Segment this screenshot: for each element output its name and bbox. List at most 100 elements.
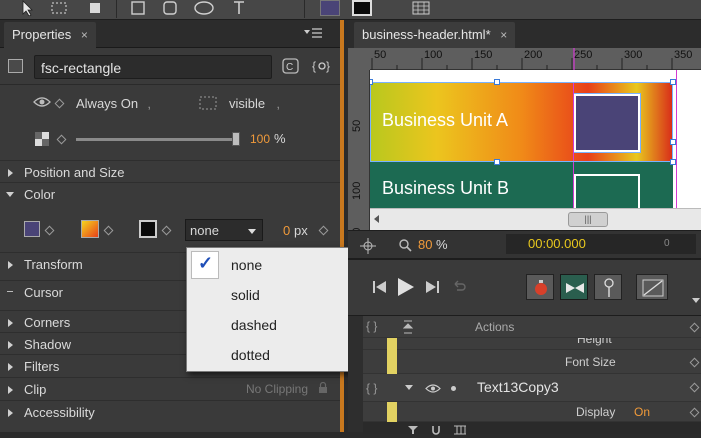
element-row-text13copy3[interactable]: { } Text13Copy3 bbox=[363, 374, 701, 402]
fill-color-swatch[interactable] bbox=[318, 0, 342, 16]
rounded-rectangle-tool-button[interactable] bbox=[158, 0, 182, 16]
section-transform-label: Transform bbox=[24, 257, 83, 272]
document-tab-label: business-header.html* bbox=[362, 27, 491, 42]
rectangle-icon bbox=[131, 1, 145, 15]
easing-graph-button[interactable] bbox=[636, 274, 668, 300]
expand-triangle-icon bbox=[8, 363, 13, 371]
fill-keyframe-diamond[interactable] bbox=[44, 225, 55, 236]
class-icon[interactable]: C bbox=[282, 58, 300, 77]
braces-icon[interactable]: { } bbox=[366, 381, 377, 395]
border-keyframe-diamond[interactable] bbox=[161, 225, 172, 236]
stage-canvas[interactable]: Business Unit A Business Unit B bbox=[370, 70, 701, 230]
opacity-slider-track[interactable] bbox=[76, 138, 240, 141]
keyframe-diamond[interactable] bbox=[689, 382, 700, 393]
gradient-keyframe-diamond[interactable] bbox=[103, 225, 114, 236]
eye-icon[interactable] bbox=[425, 382, 441, 397]
ruler-label: 350 bbox=[674, 49, 693, 61]
section-accessibility[interactable]: Accessibility bbox=[0, 400, 340, 422]
actions-row[interactable]: { } Actions bbox=[363, 316, 701, 338]
display-dropdown[interactable]: Always On ‚ bbox=[76, 96, 151, 111]
auto-keyframe-button[interactable] bbox=[526, 274, 554, 300]
chevron-down-icon[interactable] bbox=[692, 298, 700, 303]
section-clip[interactable]: Clip No Clipping bbox=[0, 377, 340, 399]
easing-curve-icon bbox=[642, 279, 664, 297]
dropdown-option-solid[interactable]: solid bbox=[187, 280, 350, 310]
section-position-size[interactable]: Position and Size bbox=[0, 160, 340, 182]
business-unit-b-text[interactable]: Business Unit B bbox=[382, 178, 509, 199]
crop-tool-button[interactable] bbox=[82, 0, 108, 16]
panel-menu-icon[interactable] bbox=[304, 28, 322, 43]
stroke-color-swatch[interactable] bbox=[350, 0, 374, 16]
play-icon[interactable] bbox=[396, 277, 416, 300]
time-value[interactable]: 00:00.000 bbox=[528, 236, 586, 251]
marquee-tool-button[interactable] bbox=[46, 0, 72, 16]
grid-snap-icon[interactable] bbox=[453, 423, 467, 438]
timeline-property-list: { } Actions Height Font Size { } Text13C… bbox=[363, 316, 701, 435]
border-style-value: none bbox=[190, 223, 219, 238]
rectangle-tool-button[interactable] bbox=[126, 0, 150, 16]
time-display: 00:00.000 0 bbox=[506, 234, 696, 254]
opacity-row: 100 % bbox=[0, 126, 340, 152]
lock-dot-icon[interactable] bbox=[451, 386, 456, 391]
opacity-slider-handle[interactable] bbox=[232, 132, 240, 146]
border-width-value[interactable]: 0 bbox=[283, 223, 290, 238]
font-size-row[interactable]: Font Size bbox=[363, 350, 701, 374]
marquee-icon bbox=[51, 2, 67, 14]
ellipse-tool-button[interactable] bbox=[190, 0, 218, 16]
section-shadow-label: Shadow bbox=[24, 337, 71, 352]
property-display-value[interactable]: On bbox=[634, 405, 650, 419]
collapse-triangle-icon[interactable] bbox=[405, 385, 413, 390]
background-color-swatch[interactable] bbox=[24, 221, 40, 237]
transition-button[interactable] bbox=[560, 274, 588, 300]
skip-back-icon[interactable] bbox=[372, 280, 388, 297]
filter-icon[interactable] bbox=[407, 423, 419, 438]
text-tool-button[interactable] bbox=[228, 0, 250, 16]
section-accessibility-label: Accessibility bbox=[24, 405, 95, 420]
height-row[interactable]: Height bbox=[363, 338, 701, 350]
magnet-icon[interactable] bbox=[431, 423, 441, 438]
skip-forward-icon[interactable] bbox=[424, 280, 440, 297]
select-tool-button[interactable] bbox=[14, 0, 40, 16]
tab-properties[interactable]: Properties × bbox=[4, 22, 96, 48]
resize-handle[interactable] bbox=[370, 79, 373, 85]
opacity-keyframe-diamond[interactable] bbox=[56, 134, 67, 145]
ruler-label: 150 bbox=[474, 49, 493, 61]
scroll-thumb[interactable]: ||| bbox=[568, 212, 608, 227]
pin-button[interactable] bbox=[594, 274, 622, 300]
scroll-left-icon[interactable] bbox=[374, 215, 379, 223]
resize-handle[interactable] bbox=[494, 79, 500, 85]
element-name-field[interactable]: fsc-rectangle bbox=[34, 55, 272, 79]
border-color-swatch[interactable] bbox=[139, 220, 157, 238]
section-color[interactable]: Color bbox=[0, 182, 340, 204]
gradient-swatch[interactable] bbox=[81, 220, 99, 238]
grid-toggle-button[interactable] bbox=[408, 0, 434, 16]
braces-icon[interactable]: { } bbox=[366, 319, 377, 333]
border-style-select[interactable]: none bbox=[185, 219, 263, 241]
visibility-dropdown[interactable]: visible ‚ bbox=[229, 96, 280, 111]
check-icon: ✓ bbox=[198, 253, 214, 273]
section-corners-label: Corners bbox=[24, 315, 71, 330]
loop-icon[interactable] bbox=[452, 280, 466, 297]
border-width-keyframe-diamond[interactable] bbox=[318, 225, 329, 236]
horizontal-scrollbar[interactable]: ||| bbox=[370, 208, 701, 230]
collapse-all-icon[interactable] bbox=[402, 320, 414, 337]
display-property-row[interactable]: Display On bbox=[363, 402, 701, 422]
keyframe-diamond[interactable] bbox=[689, 407, 700, 418]
close-icon[interactable]: × bbox=[500, 28, 507, 42]
settings-icon[interactable]: {} bbox=[312, 58, 332, 77]
document-panel: business-header.html* × 50 100 150 200 2… bbox=[348, 20, 701, 258]
dropdown-option-none[interactable]: ✓ none bbox=[187, 250, 350, 280]
dropdown-option-dotted[interactable]: dotted bbox=[187, 340, 350, 370]
top-toolbar bbox=[0, 0, 701, 20]
keyframe-diamond[interactable] bbox=[689, 322, 700, 333]
keyframe-diamond[interactable] bbox=[689, 357, 700, 368]
dropdown-option-dashed[interactable]: dashed bbox=[187, 310, 350, 340]
element-name-label: Text13Copy3 bbox=[477, 379, 559, 395]
opacity-value[interactable]: 100 bbox=[250, 132, 270, 146]
crosshair-icon[interactable] bbox=[360, 238, 376, 257]
tab-business-header[interactable]: business-header.html* × bbox=[354, 22, 516, 48]
resize-handle[interactable] bbox=[494, 159, 500, 165]
zoom-value[interactable]: 80 bbox=[418, 237, 432, 252]
display-keyframe-diamond[interactable] bbox=[54, 98, 65, 109]
close-icon[interactable]: × bbox=[81, 28, 88, 42]
